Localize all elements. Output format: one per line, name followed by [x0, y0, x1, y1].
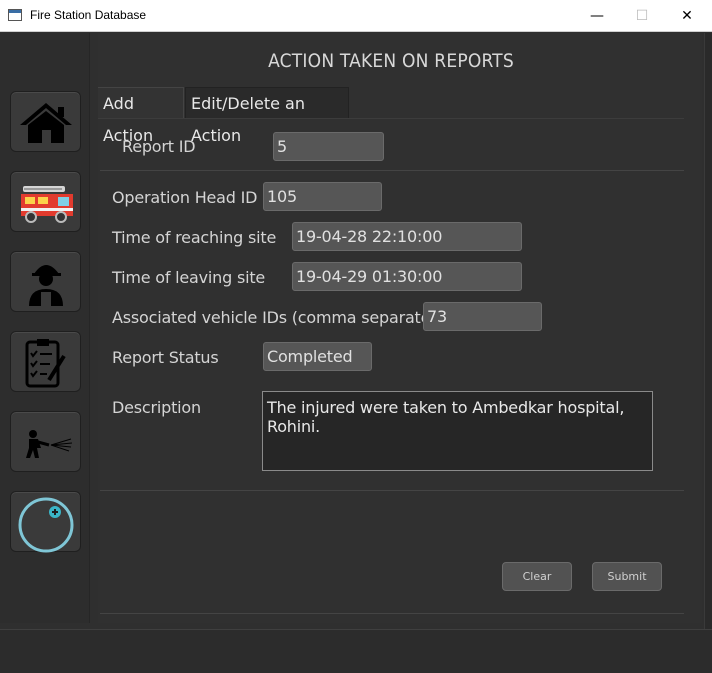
- main-panel: ACTION TAKEN ON REPORTS Add Action Edit/…: [98, 33, 702, 623]
- tab-edit-delete-action[interactable]: Edit/Delete an Action: [185, 87, 349, 145]
- time-reaching-field[interactable]: 19-04-28 22:10:00: [292, 222, 522, 251]
- report-id-field[interactable]: 5: [273, 132, 384, 161]
- vehicle-ids-label: Associated vehicle IDs (comma separated): [112, 308, 447, 327]
- sidebar-item-home[interactable]: [10, 91, 81, 152]
- title-bar: Fire Station Database — ☐ ✕: [0, 0, 712, 32]
- divider: [100, 613, 684, 614]
- submit-button[interactable]: Submit: [592, 562, 662, 591]
- status-bar: [0, 629, 712, 673]
- sidebar-item-firefighters[interactable]: [10, 251, 81, 312]
- clear-button[interactable]: Clear: [502, 562, 572, 591]
- close-button[interactable]: ✕: [664, 0, 710, 32]
- sidebar: [0, 33, 90, 623]
- add-circle-icon: [18, 497, 74, 553]
- fire-truck-icon: [21, 186, 73, 223]
- maximize-button[interactable]: ☐: [619, 0, 665, 32]
- app-window-icon: [8, 9, 22, 21]
- tab-add-action[interactable]: Add Action: [98, 87, 184, 145]
- clipboard-checklist-icon: [25, 339, 66, 388]
- description-textarea[interactable]: The injured were taken to Ambedkar hospi…: [262, 391, 653, 471]
- time-leaving-label: Time of leaving site: [112, 268, 266, 287]
- tab-divider: [98, 118, 684, 119]
- fire-hose-icon: [26, 430, 73, 458]
- home-icon: [20, 103, 72, 143]
- sidebar-item-add[interactable]: [10, 491, 81, 553]
- report-status-field[interactable]: Completed: [263, 342, 372, 371]
- sidebar-item-actions[interactable]: [10, 411, 81, 472]
- page-title: ACTION TAKEN ON REPORTS: [268, 50, 514, 72]
- operation-head-id-label: Operation Head ID: [112, 188, 258, 207]
- description-label: Description: [112, 398, 201, 417]
- operation-head-id-field[interactable]: 105: [263, 182, 382, 211]
- time-reaching-label: Time of reaching site: [112, 228, 277, 247]
- minimize-button[interactable]: —: [574, 0, 620, 32]
- sidebar-item-fire-trucks[interactable]: [10, 171, 81, 232]
- window-edge: [704, 33, 712, 629]
- vehicle-ids-field[interactable]: 73: [423, 302, 542, 331]
- report-id-label: Report ID: [122, 137, 196, 156]
- sidebar-item-reports[interactable]: [10, 331, 81, 392]
- window-title: Fire Station Database: [30, 8, 147, 22]
- firefighter-icon: [29, 265, 63, 306]
- divider: [100, 490, 684, 491]
- time-leaving-field[interactable]: 19-04-29 01:30:00: [292, 262, 522, 291]
- report-status-label: Report Status: [112, 348, 219, 367]
- divider: [100, 170, 684, 171]
